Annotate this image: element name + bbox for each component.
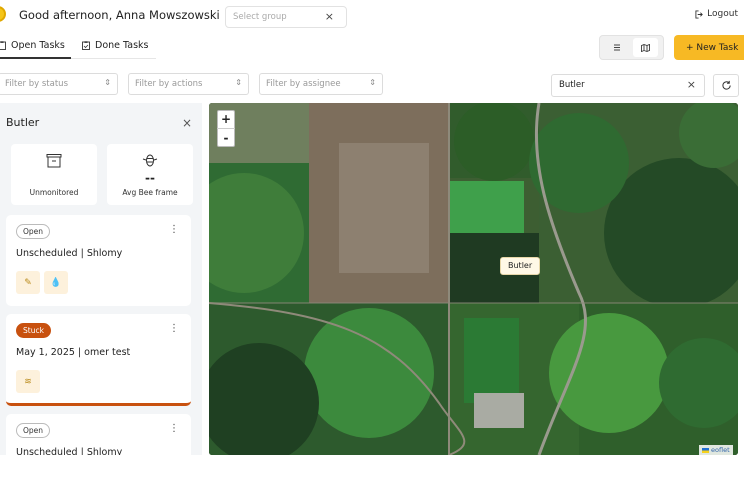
- map-marker-label[interactable]: Butler: [500, 257, 541, 275]
- map-icon: [641, 43, 650, 52]
- task-title: Unscheduled | Shlomy: [16, 447, 123, 455]
- refresh-icon: [721, 80, 731, 90]
- map-imagery: [209, 103, 738, 455]
- group-select[interactable]: Select group ×: [225, 6, 347, 28]
- drop-icon[interactable]: 💧: [44, 271, 68, 294]
- panel-title: Butler: [6, 116, 40, 129]
- clipboard-check-icon: [82, 41, 90, 50]
- active-tab-indicator: [0, 57, 71, 59]
- feed-icon[interactable]: ≋: [16, 370, 40, 393]
- status-filter[interactable]: Filter by status ⇕: [0, 73, 118, 95]
- avg-bee-frame-value: --: [145, 171, 155, 185]
- attribution-text: eoflet: [711, 446, 730, 454]
- avg-bee-frame-label: Avg Bee frame: [122, 188, 178, 197]
- clear-search-icon[interactable]: ×: [687, 78, 696, 91]
- zoom-out-button[interactable]: -: [217, 128, 235, 146]
- satellite-map[interactable]: [209, 103, 738, 455]
- assignee-filter-placeholder: Filter by assignee: [266, 79, 341, 89]
- task-title: May 1, 2025 | omer test: [16, 347, 131, 358]
- avg-bee-frame-stat: -- Avg Bee frame: [107, 144, 193, 205]
- new-task-button[interactable]: + New Task: [674, 35, 744, 60]
- list-icon: [614, 44, 620, 51]
- more-options-icon[interactable]: ⋮: [169, 224, 179, 235]
- status-badge: Open: [16, 423, 51, 438]
- sort-arrows-icon: ⇕: [104, 78, 111, 87]
- status-badge: Stuck: [16, 323, 51, 338]
- search-input[interactable]: Butler ×: [551, 74, 705, 97]
- search-value: Butler: [559, 80, 585, 90]
- app-logo: [0, 6, 6, 22]
- close-icon[interactable]: ×: [182, 116, 192, 130]
- clipboard-icon: [0, 41, 6, 50]
- logout-icon: [695, 9, 704, 19]
- group-select-placeholder: Select group: [233, 12, 287, 22]
- task-card[interactable]: Open ⋮ Unscheduled | Shlomy ✎ 💧: [6, 215, 191, 306]
- ukraine-flag-icon: [702, 447, 709, 453]
- task-title: Unscheduled | Shlomy: [16, 248, 123, 259]
- greeting-text: Good afternoon, Anna Mowszowski: [19, 8, 220, 22]
- more-options-icon[interactable]: ⋮: [169, 423, 179, 434]
- edit-icon[interactable]: ✎: [16, 271, 40, 294]
- tab-open-label: Open Tasks: [11, 40, 65, 51]
- assignee-filter[interactable]: Filter by assignee ⇕: [259, 73, 383, 95]
- tab-open-tasks[interactable]: Open Tasks: [0, 40, 65, 51]
- list-view-button[interactable]: [605, 39, 629, 56]
- bee-frame-icon: [107, 153, 193, 172]
- task-card[interactable]: Open ⋮ Unscheduled | Shlomy: [6, 414, 191, 455]
- logout-button[interactable]: Logout: [695, 9, 738, 19]
- status-filter-placeholder: Filter by status: [5, 79, 68, 89]
- actions-filter[interactable]: Filter by actions ⇕: [128, 73, 249, 95]
- map-view-button[interactable]: [633, 38, 658, 57]
- tab-done-tasks[interactable]: Done Tasks: [82, 40, 148, 51]
- more-options-icon[interactable]: ⋮: [169, 323, 179, 334]
- unmonitored-stat: Unmonitored: [11, 144, 97, 205]
- logout-label: Logout: [707, 9, 738, 19]
- clear-group-icon[interactable]: ×: [325, 10, 334, 23]
- status-badge: Open: [16, 224, 51, 239]
- sort-arrows-icon: ⇕: [235, 78, 242, 87]
- tab-done-label: Done Tasks: [95, 40, 149, 51]
- refresh-button[interactable]: [713, 74, 739, 97]
- actions-filter-placeholder: Filter by actions: [135, 79, 203, 89]
- unmonitored-label: Unmonitored: [29, 188, 79, 197]
- zoom-in-button[interactable]: +: [217, 110, 235, 128]
- task-card[interactable]: Stuck ⋮ May 1, 2025 | omer test ≋: [6, 314, 191, 406]
- sort-arrows-icon: ⇕: [369, 78, 376, 87]
- apiary-panel: Butler × Unmonitored -- Avg Bee frame Op…: [0, 103, 202, 455]
- hive-box-icon: [11, 153, 97, 172]
- map-attribution[interactable]: eoflet: [699, 445, 733, 455]
